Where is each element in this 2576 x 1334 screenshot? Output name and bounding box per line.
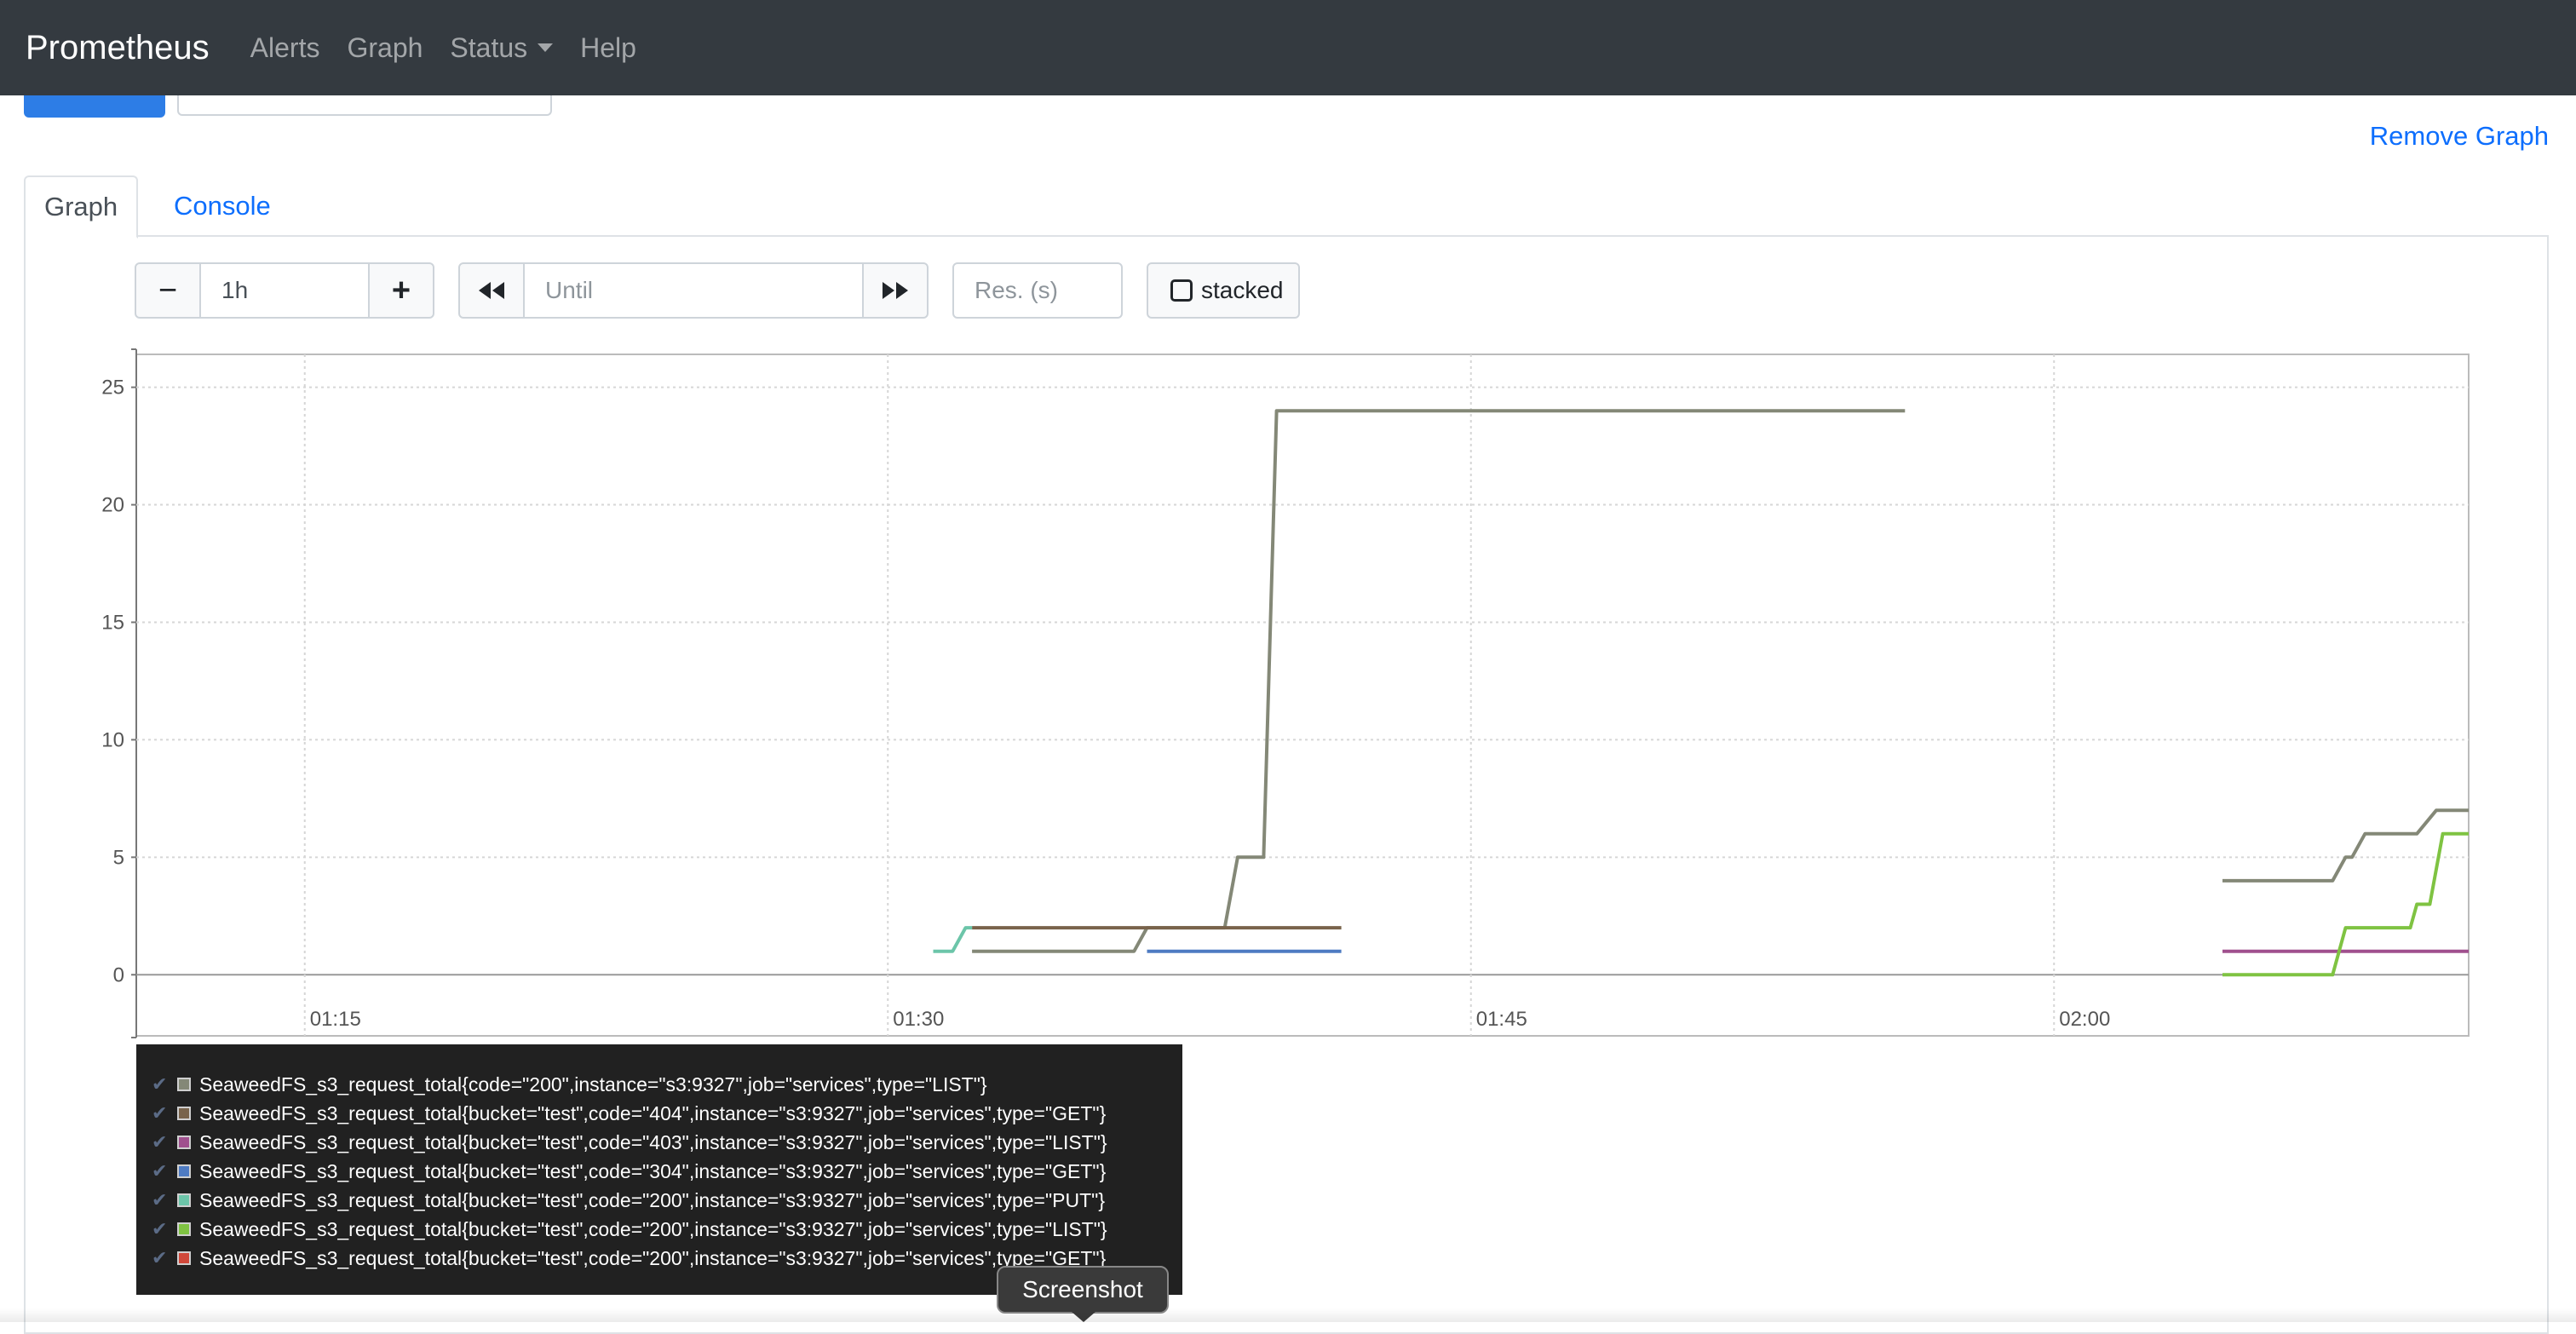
legend-item[interactable]: ✔ SeaweedFS_s3_request_total{code="200",i… xyxy=(152,1070,1182,1099)
resolution-input[interactable]: Res. (s) xyxy=(952,262,1123,319)
nav-help[interactable]: Help xyxy=(580,32,636,64)
graph-legend: ✔ SeaweedFS_s3_request_total{code="200",i… xyxy=(136,1044,1182,1295)
tab-graph[interactable]: Graph xyxy=(24,175,139,239)
legend-swatch xyxy=(177,1164,191,1178)
bottom-shadow xyxy=(0,1308,2576,1322)
fast-forward-icon xyxy=(883,282,908,299)
legend-item[interactable]: ✔ SeaweedFS_s3_request_total{bucket="test… xyxy=(152,1128,1182,1157)
plus-icon: + xyxy=(391,272,411,308)
nav-alerts[interactable]: Alerts xyxy=(250,32,320,64)
legend-swatch xyxy=(177,1251,191,1265)
check-icon: ✔ xyxy=(152,1102,168,1124)
legend-swatch xyxy=(177,1136,191,1149)
stacked-label: stacked xyxy=(1201,277,1284,303)
legend-swatch xyxy=(177,1222,191,1236)
check-icon: ✔ xyxy=(152,1218,168,1239)
range-input-value: 1h xyxy=(221,277,249,303)
screenshot-tooltip: Screenshot xyxy=(997,1266,1169,1314)
legend-item[interactable]: ✔ SeaweedFS_s3_request_total{bucket="test… xyxy=(152,1215,1182,1244)
until-input[interactable]: Until xyxy=(523,262,864,319)
top-navbar: Prometheus Alerts Graph Status Help xyxy=(0,0,2576,95)
legend-swatch xyxy=(177,1193,191,1207)
until-placeholder: Until xyxy=(545,277,594,303)
legend-label: SeaweedFS_s3_request_total{bucket="test"… xyxy=(199,1159,1107,1182)
legend-label: SeaweedFS_s3_request_total{bucket="test"… xyxy=(199,1246,1107,1269)
legend-swatch xyxy=(177,1078,191,1091)
legend-item[interactable]: ✔ SeaweedFS_s3_request_total{bucket="test… xyxy=(152,1099,1182,1128)
time-back-button[interactable] xyxy=(458,262,525,319)
legend-label: SeaweedFS_s3_request_total{bucket="test"… xyxy=(199,1217,1107,1240)
chevron-down-icon xyxy=(538,43,554,52)
fast-backward-icon xyxy=(479,282,504,299)
check-icon: ✔ xyxy=(152,1131,168,1153)
check-icon: ✔ xyxy=(152,1073,168,1095)
check-icon: ✔ xyxy=(152,1189,168,1210)
nav-status[interactable]: Status xyxy=(450,32,554,64)
legend-label: SeaweedFS_s3_request_total{code="200",in… xyxy=(199,1072,987,1095)
execute-button[interactable] xyxy=(24,95,165,118)
legend-label: SeaweedFS_s3_request_total{bucket="test"… xyxy=(199,1101,1107,1124)
legend-label: SeaweedFS_s3_request_total{bucket="test"… xyxy=(199,1130,1107,1153)
range-increase-button[interactable]: + xyxy=(368,262,434,319)
brand-logo[interactable]: Prometheus xyxy=(26,29,210,67)
nav-status-label: Status xyxy=(450,32,528,63)
remove-graph-link[interactable]: Remove Graph xyxy=(2370,121,2549,152)
legend-item[interactable]: ✔ SeaweedFS_s3_request_total{bucket="test… xyxy=(152,1186,1182,1215)
check-icon: ✔ xyxy=(152,1160,168,1182)
metric-select[interactable] xyxy=(177,95,552,116)
legend-item[interactable]: ✔ SeaweedFS_s3_request_total{bucket="test… xyxy=(152,1157,1182,1186)
panel-tabs: Graph Console xyxy=(24,175,2549,239)
minus-icon: − xyxy=(158,272,178,308)
range-input[interactable]: 1h xyxy=(199,262,370,319)
check-icon: ✔ xyxy=(152,1247,168,1268)
checkbox-icon xyxy=(1170,279,1193,302)
legend-swatch xyxy=(177,1107,191,1120)
resolution-placeholder: Res. (s) xyxy=(975,277,1058,303)
stacked-toggle[interactable]: stacked xyxy=(1147,262,1300,319)
time-forward-button[interactable] xyxy=(862,262,929,319)
range-decrease-button[interactable]: − xyxy=(135,262,201,319)
nav-graph[interactable]: Graph xyxy=(347,32,423,64)
legend-label: SeaweedFS_s3_request_total{bucket="test"… xyxy=(199,1188,1105,1211)
tab-console[interactable]: Console xyxy=(155,175,290,237)
